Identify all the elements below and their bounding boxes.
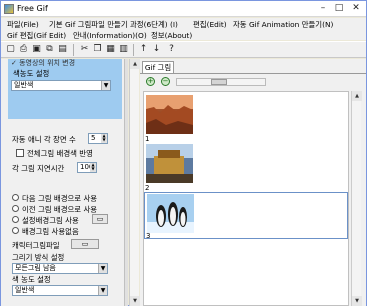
menu-auto-gif[interactable]: 자동 Gif Animation 만들기(N) bbox=[233, 19, 333, 30]
list-item[interactable]: 2 bbox=[144, 143, 348, 192]
list-item[interactable]: 1 bbox=[144, 94, 348, 143]
stepper-arrows-icon[interactable]: ▲ ▼ bbox=[90, 163, 96, 172]
radio-no-bg[interactable] bbox=[12, 227, 19, 234]
color-select[interactable]: 일반색 ▼ bbox=[11, 80, 111, 91]
left-scrollbar[interactable]: ▲ ▼ bbox=[129, 59, 140, 306]
delay-label: 각 그림 지연시간 bbox=[12, 164, 65, 173]
frame-number: 3 bbox=[146, 232, 151, 240]
color-select-2-value: 일반색 bbox=[15, 286, 35, 294]
scroll-down-icon[interactable]: ▼ bbox=[130, 296, 140, 306]
char-file-button[interactable]: ▭ bbox=[71, 239, 99, 249]
menu-information[interactable]: 안내(Information)(O) bbox=[73, 30, 147, 41]
stepper-arrows-icon[interactable]: ▲ ▼ bbox=[101, 134, 107, 143]
scroll-up-icon[interactable]: ▲ bbox=[130, 59, 140, 69]
frame-list: 1 2 3 bbox=[143, 91, 349, 306]
copy-icon[interactable]: ❐ bbox=[92, 44, 103, 55]
chevron-down-icon: ▼ bbox=[101, 81, 110, 90]
list-item[interactable]: 3 bbox=[144, 192, 348, 240]
paste-icon[interactable]: ▦ bbox=[105, 44, 116, 55]
frame-thumbnail bbox=[147, 194, 194, 233]
menu-edit[interactable]: 편집(Edit) bbox=[193, 19, 227, 30]
color-settings-group: ✓ 동영상의 위치 변경 색농도 설정 일반색 ▼ bbox=[8, 59, 122, 119]
radio-set-bg[interactable] bbox=[12, 216, 19, 223]
new-icon[interactable]: ▢ bbox=[5, 44, 16, 55]
char-file-label: 캐릭터그림파일 bbox=[12, 241, 60, 250]
maximize-button[interactable]: □ bbox=[333, 3, 345, 14]
draw-method-select[interactable]: 모든그림 남음 ▼ bbox=[12, 263, 108, 274]
full-bg-label: 전체그림 배경색 반영 bbox=[27, 149, 93, 158]
app-icon bbox=[4, 4, 14, 14]
scroll-up-icon[interactable]: ▲ bbox=[352, 91, 362, 101]
draw-method-label: 그리기 방식 설정 bbox=[12, 253, 65, 262]
cut-icon[interactable]: ✂ bbox=[79, 44, 90, 55]
radio-next-bg[interactable] bbox=[12, 194, 19, 201]
menu-bar: 파일(File) 기본 Gif 그림파일 만들기 과정(6단계) (I) 편집(… bbox=[1, 18, 366, 40]
menu-gif-edit[interactable]: Gif 편집(Gif Edit) bbox=[7, 30, 66, 41]
toolbar-separator bbox=[133, 44, 134, 56]
temple-image bbox=[146, 144, 193, 183]
info-icon[interactable]: ? bbox=[166, 44, 177, 55]
radio-prev-bg[interactable] bbox=[12, 205, 19, 212]
chevron-down-icon: ▼ bbox=[98, 264, 107, 273]
print-icon[interactable]: ⎙ bbox=[18, 44, 29, 55]
settings-panel: ✓ 동영상의 위치 변경 색농도 설정 일반색 ▼ 자동 애니 각 장면 수 5… bbox=[1, 59, 124, 306]
canyon-image bbox=[146, 95, 193, 134]
delete-icon[interactable]: ▥ bbox=[118, 44, 129, 55]
menu-about[interactable]: 정보(About) bbox=[151, 30, 192, 41]
penguins-image bbox=[147, 194, 194, 233]
zoom-out-icon[interactable]: − bbox=[161, 77, 170, 86]
auto-frame-stepper[interactable]: 5 ▲ ▼ bbox=[88, 133, 108, 144]
paste-frames-icon[interactable]: ▤ bbox=[57, 44, 68, 55]
frame-number: 2 bbox=[145, 184, 150, 192]
menu-basic-gif[interactable]: 기본 Gif 그림파일 만들기 과정(6단계) (I) bbox=[49, 19, 178, 30]
frame-thumbnail bbox=[146, 144, 193, 183]
menu-file[interactable]: 파일(File) bbox=[7, 19, 39, 30]
color-select-value: 일반색 bbox=[14, 81, 34, 89]
down-arrow-icon[interactable]: ↓ bbox=[151, 44, 162, 55]
toolbar-separator bbox=[73, 44, 74, 56]
color-select-2[interactable]: 일반색 ▼ bbox=[12, 285, 108, 296]
color-setting-label: 색농도 설정 bbox=[13, 69, 50, 78]
frame-thumbnail bbox=[146, 95, 193, 134]
chevron-down-icon: ▼ bbox=[98, 286, 107, 295]
browse-bg-button[interactable]: ▭ bbox=[92, 214, 108, 224]
minimize-button[interactable]: – bbox=[317, 3, 329, 14]
window-title: Free Gif bbox=[17, 4, 48, 13]
gif-frames-panel: Gif 그림 + − 1 2 3 ▲ ▼ bbox=[140, 59, 366, 306]
frame-number: 1 bbox=[145, 135, 150, 143]
draw-method-value: 모든그림 남음 bbox=[15, 264, 56, 272]
color-setting2-label: 색 농도 설정 bbox=[12, 275, 51, 284]
save-icon[interactable]: ▣ bbox=[31, 44, 42, 55]
radio-prev-label: 이전 그림 배경으로 사용 bbox=[22, 205, 98, 214]
partial-option-text: ✓ 동영상의 위치 변경 bbox=[11, 59, 76, 67]
scroll-down-icon[interactable]: ▼ bbox=[352, 296, 362, 306]
close-button[interactable]: ✕ bbox=[350, 3, 362, 14]
auto-frame-value: 5 bbox=[91, 134, 96, 142]
panel-splitter[interactable] bbox=[124, 59, 128, 306]
app-window: Free Gif – □ ✕ 파일(File) 기본 Gif 그림파일 만들기 … bbox=[0, 0, 367, 306]
radio-no-bg-label: 배경그림 사용없음 bbox=[22, 227, 79, 236]
auto-frame-label: 자동 애니 각 장면 수 bbox=[12, 135, 76, 144]
zoom-slider-thumb[interactable] bbox=[211, 79, 227, 85]
zoom-slider[interactable] bbox=[176, 78, 266, 86]
zoom-in-icon[interactable]: + bbox=[146, 77, 155, 86]
tab-gif-images[interactable]: Gif 그림 bbox=[142, 61, 174, 73]
radio-next-label: 다음 그림 배경으로 사용 bbox=[22, 194, 98, 203]
radio-set-label: 설정배경그림 사용 bbox=[22, 216, 79, 225]
zoom-bar: + − bbox=[140, 73, 366, 87]
up-arrow-icon[interactable]: ↑ bbox=[138, 44, 149, 55]
title-bar: Free Gif – □ ✕ bbox=[1, 1, 366, 17]
copy-frames-icon[interactable]: ⧉ bbox=[44, 44, 55, 55]
delay-stepper[interactable]: 100 ▲ ▼ bbox=[77, 162, 97, 173]
toolbar: ▢ ⎙ ▣ ⧉ ▤ ✂ ❐ ▦ ▥ ↑ ↓ ? bbox=[1, 41, 366, 58]
full-bg-checkbox[interactable] bbox=[16, 149, 24, 157]
frame-list-scrollbar[interactable]: ▲ ▼ bbox=[351, 91, 362, 306]
